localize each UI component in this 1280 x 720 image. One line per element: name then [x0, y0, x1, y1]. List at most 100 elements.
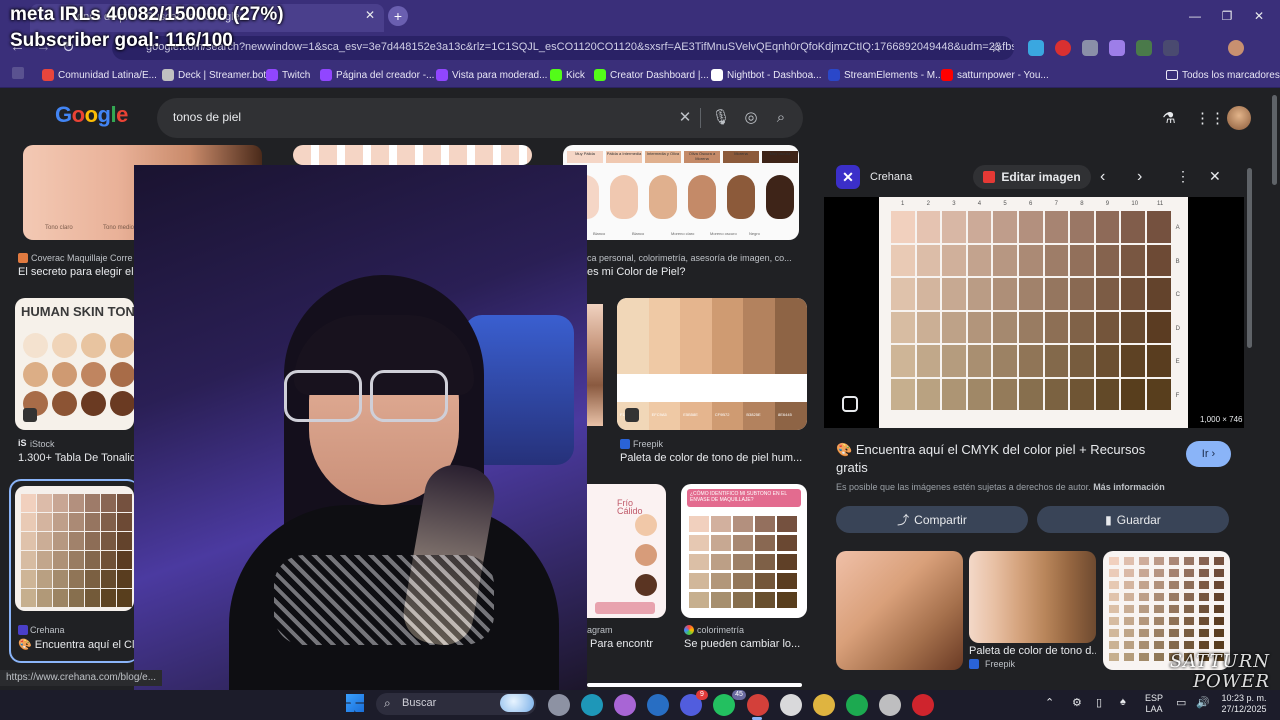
- bookmark-item[interactable]: Kick: [550, 67, 585, 83]
- color-swatch[interactable]: [1147, 311, 1171, 343]
- next-icon[interactable]: ›: [1137, 168, 1142, 186]
- restore-icon[interactable]: ❐: [1212, 6, 1242, 26]
- color-swatch[interactable]: [1019, 211, 1043, 243]
- color-swatch[interactable]: [1019, 244, 1043, 276]
- clock[interactable]: 10:23 p. m. 27/12/2025: [1214, 693, 1274, 715]
- color-swatch[interactable]: [1044, 211, 1069, 243]
- color-swatch[interactable]: [1070, 278, 1094, 310]
- all-bookmarks[interactable]: Todos los marcadores: [1166, 67, 1280, 83]
- result-title[interactable]: es mi Color de Piel?: [587, 266, 802, 278]
- color-swatch[interactable]: [1147, 378, 1171, 410]
- tray-chevron-icon[interactable]: ⌃: [1045, 696, 1054, 709]
- bookmark-item[interactable]: Creator Dashboard |...: [594, 67, 709, 83]
- bookmark-item[interactable]: StreamElements - M...: [828, 67, 943, 83]
- extension-icon[interactable]: [1028, 40, 1044, 56]
- result-source[interactable]: ca personal, colorimetría, asesoría de i…: [587, 253, 802, 263]
- result-image[interactable]: ¿CÓMO IDENTIFICO MI SUBTONO EN EL ENVASE…: [681, 484, 807, 618]
- result-title[interactable]: 🎨 Encuentra aquí el Cl: [18, 638, 134, 651]
- address-bar[interactable]: google.com/search?newwindow=1&sca_esv=3e…: [112, 36, 1014, 60]
- color-swatch[interactable]: [916, 311, 941, 343]
- color-swatch[interactable]: [1019, 378, 1043, 410]
- color-swatch[interactable]: [1070, 244, 1094, 276]
- color-swatch[interactable]: [942, 311, 966, 343]
- color-swatch[interactable]: [891, 311, 915, 343]
- result-image[interactable]: Frío Cálido: [587, 484, 666, 618]
- color-swatch[interactable]: [1070, 211, 1094, 243]
- star-icon[interactable]: ☆: [990, 39, 1003, 56]
- panel-scrollbar[interactable]: [1247, 168, 1252, 348]
- result-title[interactable]: El secreto para elegir el: [18, 266, 138, 278]
- color-swatch[interactable]: [942, 244, 966, 276]
- color-swatch[interactable]: [891, 278, 915, 310]
- color-swatch[interactable]: [993, 244, 1017, 276]
- tray-icon[interactable]: ♠: [1120, 696, 1126, 708]
- usb-icon[interactable]: ▯: [1096, 696, 1102, 709]
- edge-icon[interactable]: [581, 694, 603, 716]
- extension-icon[interactable]: [1109, 40, 1125, 56]
- color-swatch[interactable]: [967, 378, 992, 410]
- result-source[interactable]: Coverac Maquillaje Corre: [31, 253, 141, 263]
- close-panel-icon[interactable]: ✕: [1209, 168, 1221, 185]
- window-close-icon[interactable]: ✕: [1244, 6, 1274, 26]
- bookmark-item[interactable]: Página del creador -...: [320, 67, 434, 83]
- panel-source[interactable]: Crehana: [870, 171, 912, 183]
- previous-icon[interactable]: ‹: [1100, 168, 1105, 186]
- lens-search-icon[interactable]: [842, 396, 858, 412]
- save-button[interactable]: ▮ Guardar: [1037, 506, 1229, 533]
- result-title[interactable]: Para encontr: [590, 638, 668, 650]
- page-scrollbar[interactable]: [1272, 95, 1277, 185]
- folder-icon[interactable]: [813, 694, 835, 716]
- color-swatch[interactable]: [891, 378, 915, 410]
- result-title[interactable]: Se pueden cambiar lo...: [684, 638, 804, 650]
- network-icon[interactable]: ▭: [1176, 696, 1186, 709]
- chrome-icon[interactable]: [747, 694, 769, 716]
- result-source[interactable]: agram: [587, 625, 667, 635]
- color-swatch[interactable]: [1095, 244, 1120, 276]
- result-image[interactable]: Muy Pálida Pálida a Intermedia Intermedia …: [563, 145, 799, 240]
- color-swatch[interactable]: [967, 311, 992, 343]
- bookmark-item[interactable]: Vista para moderad...: [436, 67, 547, 83]
- color-swatch[interactable]: [967, 244, 992, 276]
- task-view-icon[interactable]: [548, 694, 570, 716]
- color-swatch[interactable]: [891, 345, 915, 377]
- color-swatch[interactable]: [916, 345, 941, 377]
- language-indicator[interactable]: ESP LAA: [1140, 693, 1168, 715]
- color-swatch[interactable]: [916, 278, 941, 310]
- bookmark-item[interactable]: Deck | Streamer.bot: [162, 67, 266, 83]
- related-image[interactable]: [969, 551, 1096, 643]
- color-swatch[interactable]: [891, 211, 915, 243]
- profile-avatar[interactable]: [1228, 40, 1244, 56]
- color-swatch[interactable]: [993, 211, 1017, 243]
- panel-title[interactable]: 🎨 Encuentra aquí el CMYK del color piel …: [836, 441, 1176, 477]
- more-info-link[interactable]: Más información: [1093, 482, 1165, 492]
- apps-icon[interactable]: [12, 67, 24, 79]
- color-swatch[interactable]: [916, 378, 941, 410]
- go-button[interactable]: Ir ›: [1186, 441, 1231, 467]
- share-button[interactable]: ⤴ Compartir: [836, 506, 1028, 533]
- skin-tone-chart[interactable]: 1 2 3 4 5 6 7 8 9 10 11 A B C D E F: [879, 197, 1188, 428]
- color-swatch[interactable]: [967, 345, 992, 377]
- minimize-icon[interactable]: —: [1180, 6, 1210, 26]
- result-source[interactable]: iStock: [30, 439, 130, 449]
- result-title[interactable]: Paleta de color de tono de piel hum...: [620, 452, 805, 464]
- search-input[interactable]: [157, 98, 803, 138]
- result-image-edge[interactable]: [587, 304, 603, 426]
- bookmark-item[interactable]: satturnpower - You...: [941, 67, 1049, 83]
- google-logo[interactable]: Google: [55, 102, 128, 128]
- mail-icon[interactable]: [647, 694, 669, 716]
- color-swatch[interactable]: [993, 311, 1017, 343]
- result-image[interactable]: [15, 486, 134, 611]
- color-swatch[interactable]: [916, 211, 941, 243]
- color-swatch[interactable]: [1147, 278, 1171, 310]
- result-source[interactable]: Freepik: [633, 439, 753, 449]
- color-swatch[interactable]: [942, 211, 966, 243]
- tray-app-icon[interactable]: ⚙: [1072, 696, 1082, 709]
- color-swatch[interactable]: [1095, 211, 1120, 243]
- labs-icon[interactable]: ⚗: [1158, 108, 1180, 130]
- color-swatch[interactable]: [1121, 345, 1145, 377]
- related-image[interactable]: [836, 551, 963, 670]
- account-avatar[interactable]: [1227, 106, 1251, 130]
- color-swatch[interactable]: [1044, 311, 1069, 343]
- color-swatch[interactable]: [967, 278, 992, 310]
- result-source[interactable]: colorimetría: [697, 625, 807, 635]
